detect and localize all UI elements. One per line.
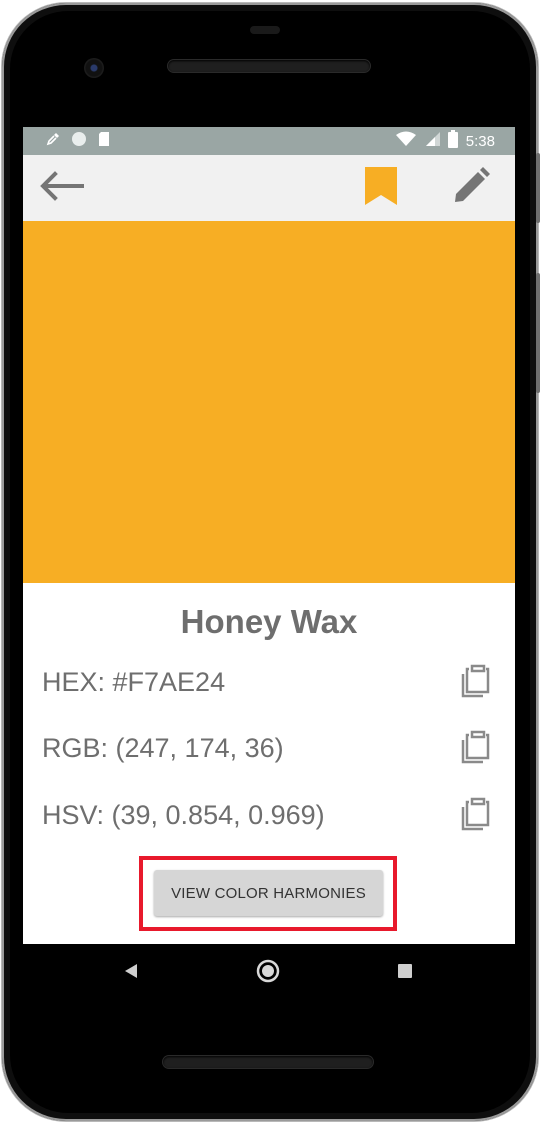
clipboard-copy-icon xyxy=(461,795,495,836)
page: 5:38 Honey Wax HEX: #F7AE24 RGB: (247, 1… xyxy=(0,0,542,1126)
status-right-icons: 5:38 xyxy=(395,129,495,153)
edit-button[interactable] xyxy=(443,163,499,213)
clipboard-copy-icon xyxy=(461,728,495,769)
top-speaker-grille xyxy=(168,60,370,72)
signal-icon xyxy=(424,131,440,152)
hsv-row: HSV: (39, 0.854, 0.969) xyxy=(42,795,498,835)
copy-hsv-button[interactable] xyxy=(458,795,498,835)
battery-icon xyxy=(447,129,458,153)
hex-row: HEX: #F7AE24 xyxy=(42,662,498,702)
view-color-harmonies-button[interactable]: VIEW COLOR HARMONIES xyxy=(154,870,383,916)
navigation-bar xyxy=(23,944,515,1002)
rgb-value: RGB: (247, 174, 36) xyxy=(42,733,284,763)
status-bar: 5:38 xyxy=(23,127,515,155)
back-arrow-icon xyxy=(38,170,84,206)
copy-hex-button[interactable] xyxy=(458,662,498,702)
earpiece xyxy=(250,26,280,34)
volume-rocker xyxy=(536,273,540,393)
front-camera-icon xyxy=(84,58,104,78)
hex-value: HEX: #F7AE24 xyxy=(42,667,226,697)
status-time: 5:38 xyxy=(465,132,495,150)
nav-home-button[interactable] xyxy=(238,944,298,1002)
back-button[interactable] xyxy=(33,163,89,213)
color-swatch xyxy=(23,221,515,583)
sd-card-icon xyxy=(97,131,111,152)
nav-recents-icon xyxy=(397,963,413,984)
nav-recents-button[interactable] xyxy=(375,944,435,1002)
status-left-icons xyxy=(45,131,111,151)
bottom-speaker-grille xyxy=(163,1056,373,1068)
edit-pencil-icon xyxy=(451,166,491,211)
nav-back-button[interactable] xyxy=(101,944,161,1002)
wifi-icon xyxy=(395,131,416,152)
nav-back-icon xyxy=(123,963,139,984)
circle-icon xyxy=(71,131,87,152)
bookmark-button[interactable] xyxy=(353,163,409,213)
power-button xyxy=(536,153,540,223)
eyedropper-icon xyxy=(45,131,61,152)
rgb-row: RGB: (247, 174, 36) xyxy=(42,728,498,768)
app-bar xyxy=(23,155,515,221)
copy-rgb-button[interactable] xyxy=(458,728,498,768)
clipboard-copy-icon xyxy=(461,662,495,703)
bookmark-icon xyxy=(363,165,399,212)
hsv-value: HSV: (39, 0.854, 0.969) xyxy=(42,800,325,830)
screen: 5:38 Honey Wax HEX: #F7AE24 RGB: (247, 1… xyxy=(23,127,515,944)
color-name: Honey Wax xyxy=(180,603,358,640)
nav-home-icon xyxy=(256,959,280,988)
